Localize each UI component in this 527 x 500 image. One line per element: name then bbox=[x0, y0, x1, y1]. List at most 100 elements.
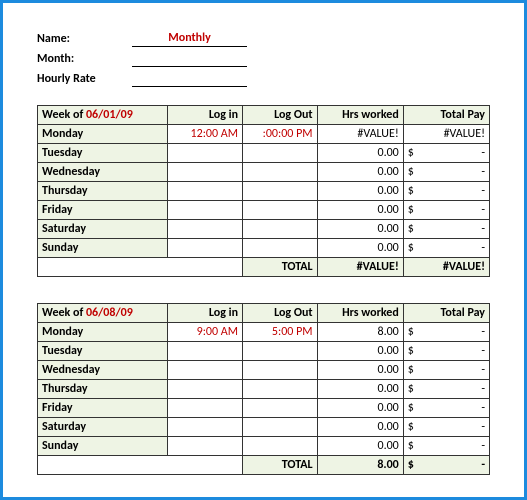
week1-total-row: TOTAL #VALUE! #VALUE! bbox=[38, 258, 490, 277]
month-value[interactable] bbox=[132, 51, 247, 67]
logout-cell[interactable] bbox=[243, 201, 318, 220]
blank-cell bbox=[168, 456, 243, 475]
week2-total-pay: $- bbox=[403, 456, 489, 475]
day-cell: Saturday bbox=[38, 220, 168, 239]
login-cell[interactable] bbox=[168, 144, 243, 163]
day-cell: Monday bbox=[38, 323, 168, 342]
login-cell[interactable] bbox=[168, 437, 243, 456]
currency: $ bbox=[408, 420, 414, 434]
week1-date: 06/01/09 bbox=[86, 108, 133, 122]
login-cell[interactable]: 12:00 AM bbox=[168, 125, 243, 144]
login-cell[interactable] bbox=[168, 361, 243, 380]
rate-value[interactable] bbox=[132, 71, 247, 87]
pay-cell: $- bbox=[403, 361, 489, 380]
login-cell[interactable] bbox=[168, 380, 243, 399]
name-label: Name: bbox=[37, 32, 132, 46]
week1-total-hrs: #VALUE! bbox=[317, 258, 403, 277]
amount: - bbox=[481, 241, 485, 255]
week2-label-cell: Week of 06/08/09 bbox=[38, 304, 168, 323]
login-cell[interactable] bbox=[168, 342, 243, 361]
week2-total-row: TOTAL 8.00 $- bbox=[38, 456, 490, 475]
day-cell: Tuesday bbox=[38, 342, 168, 361]
week2-col-login: Log in bbox=[168, 304, 243, 323]
login-cell[interactable] bbox=[168, 220, 243, 239]
login-cell[interactable] bbox=[168, 182, 243, 201]
amount: - bbox=[481, 401, 485, 415]
table-row: Thursday0.00$- bbox=[38, 380, 490, 399]
pay-cell: $- bbox=[403, 220, 489, 239]
week1-header-row: Week of 06/01/09 Log in Log Out Hrs work… bbox=[38, 106, 490, 125]
hrs-cell: 0.00 bbox=[317, 437, 403, 456]
amount: - bbox=[481, 146, 485, 160]
day-cell: Monday bbox=[38, 125, 168, 144]
table-row: Wednesday0.00$- bbox=[38, 163, 490, 182]
day-cell: Thursday bbox=[38, 380, 168, 399]
currency: $ bbox=[408, 401, 414, 415]
day-cell: Thursday bbox=[38, 182, 168, 201]
login-cell[interactable] bbox=[168, 201, 243, 220]
amount: - bbox=[481, 165, 485, 179]
logout-cell[interactable]: 5:00 PM bbox=[243, 323, 318, 342]
week1-col-hrs: Hrs worked bbox=[317, 106, 403, 125]
table-row: Saturday0.00$- bbox=[38, 418, 490, 437]
currency: $ bbox=[408, 458, 414, 472]
hrs-cell: 0.00 bbox=[317, 163, 403, 182]
blank-cell bbox=[38, 456, 168, 475]
day-cell: Sunday bbox=[38, 239, 168, 258]
currency: $ bbox=[408, 184, 414, 198]
logout-cell[interactable] bbox=[243, 437, 318, 456]
logout-cell[interactable]: :00:00 PM bbox=[243, 125, 318, 144]
login-cell[interactable] bbox=[168, 418, 243, 437]
logout-cell[interactable] bbox=[243, 380, 318, 399]
logout-cell[interactable] bbox=[243, 361, 318, 380]
amount: - bbox=[481, 382, 485, 396]
logout-cell[interactable] bbox=[243, 163, 318, 182]
login-cell[interactable] bbox=[168, 163, 243, 182]
logout-cell[interactable] bbox=[243, 418, 318, 437]
hrs-cell: 0.00 bbox=[317, 361, 403, 380]
blank-cell bbox=[38, 258, 168, 277]
amount: - bbox=[481, 439, 485, 453]
login-cell[interactable] bbox=[168, 239, 243, 258]
hrs-cell: 0.00 bbox=[317, 342, 403, 361]
pay-cell: $- bbox=[403, 342, 489, 361]
week2-total-hrs: 8.00 bbox=[317, 456, 403, 475]
table-row: Sunday0.00$- bbox=[38, 437, 490, 456]
logout-cell[interactable] bbox=[243, 144, 318, 163]
logout-cell[interactable] bbox=[243, 220, 318, 239]
table-row: Saturday0.00$- bbox=[38, 220, 490, 239]
day-cell: Saturday bbox=[38, 418, 168, 437]
table-row: Friday0.00$- bbox=[38, 201, 490, 220]
currency: $ bbox=[408, 325, 414, 339]
pay-cell: $- bbox=[403, 399, 489, 418]
amount: #VALUE! bbox=[444, 127, 485, 141]
table-row: Friday0.00$- bbox=[38, 399, 490, 418]
month-row: Month: bbox=[37, 51, 490, 67]
rate-label: Hourly Rate bbox=[37, 72, 132, 86]
week2-col-logout: Log Out bbox=[243, 304, 318, 323]
pay-cell: $- bbox=[403, 144, 489, 163]
logout-cell[interactable] bbox=[243, 239, 318, 258]
week2-col-hrs: Hrs worked bbox=[317, 304, 403, 323]
logout-cell[interactable] bbox=[243, 399, 318, 418]
table-row: Monday9:00 AM5:00 PM8.00$- bbox=[38, 323, 490, 342]
login-cell[interactable] bbox=[168, 399, 243, 418]
login-cell[interactable]: 9:00 AM bbox=[168, 323, 243, 342]
week1-total-label: TOTAL bbox=[243, 258, 318, 277]
week1-label-cell: Week of 06/01/09 bbox=[38, 106, 168, 125]
hrs-cell: #VALUE! bbox=[317, 125, 403, 144]
amount: - bbox=[481, 363, 485, 377]
logout-cell[interactable] bbox=[243, 182, 318, 201]
currency: $ bbox=[408, 241, 414, 255]
week1-label: Week of bbox=[42, 108, 86, 122]
table-row: Tuesday 0.00$- bbox=[38, 342, 490, 361]
day-cell: Friday bbox=[38, 201, 168, 220]
week1-total-pay: #VALUE! bbox=[403, 258, 489, 277]
hrs-cell: 0.00 bbox=[317, 418, 403, 437]
amount: - bbox=[481, 184, 485, 198]
rate-row: Hourly Rate bbox=[37, 71, 490, 87]
hrs-cell: 0.00 bbox=[317, 239, 403, 258]
logout-cell[interactable] bbox=[243, 342, 318, 361]
currency: $ bbox=[408, 363, 414, 377]
name-value[interactable]: Monthly bbox=[132, 31, 247, 47]
